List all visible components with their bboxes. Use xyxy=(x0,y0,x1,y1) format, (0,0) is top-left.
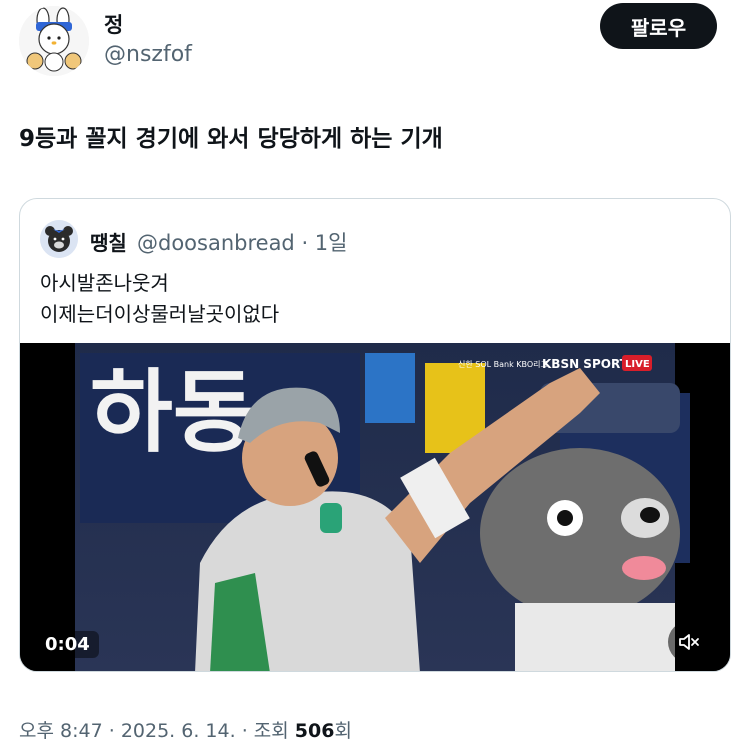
display-name[interactable]: 정 xyxy=(104,9,123,39)
mute-button[interactable] xyxy=(668,621,710,663)
user-avatar[interactable] xyxy=(19,6,89,76)
bunny-character-avatar-icon xyxy=(19,6,89,76)
quote-text-line-2: 이제는더이상물러날곳이없다 xyxy=(40,302,280,326)
quote-display-name[interactable]: 땡칠 xyxy=(90,227,127,256)
views-suffix: 회 xyxy=(334,720,352,742)
video-duration: 0:04 xyxy=(36,631,99,658)
tweet-text: 9등과 꼴지 경기에 와서 당당하게 하는 기개 xyxy=(19,126,443,152)
tweet-meta: 오후 8:47 · 2025. 6. 14. · 조회 506회 xyxy=(19,716,352,743)
bear-mascot-avatar-icon xyxy=(40,220,78,258)
tweet-date[interactable]: 2025. 6. 14. xyxy=(121,720,236,742)
svg-text:하동: 하동 xyxy=(90,360,256,465)
quoted-tweet-card[interactable]: 땡칠 @doosanbread · 1일 아시발존나웃겨 이제는더이상물러날곳이… xyxy=(19,198,731,672)
tweet-time[interactable]: 오후 8:47 xyxy=(19,720,103,742)
quote-handle-time[interactable]: @doosanbread · 1일 xyxy=(137,227,347,257)
follow-button[interactable]: 팔로우 xyxy=(600,3,717,49)
broadcast-sub-label: 신한 SOL Bank KBO리그 xyxy=(458,360,548,369)
video-frame: 하동 신한 SOL Bank KBO리그 KBSN SPORTS LIVE xyxy=(20,343,730,671)
live-badge-label: LIVE xyxy=(625,359,650,370)
quote-avatar[interactable] xyxy=(40,220,78,258)
video-player[interactable]: 하동 신한 SOL Bank KBO리그 KBSN SPORTS LIVE 0:… xyxy=(20,343,730,671)
meta-separator: · xyxy=(241,720,254,742)
user-handle[interactable]: @nszfof xyxy=(104,42,192,67)
quote-text-line-1: 아시발존나웃겨 xyxy=(40,271,169,295)
views-count: 506 xyxy=(294,720,335,742)
meta-separator: · xyxy=(108,720,121,742)
views-label: 조회 xyxy=(253,720,289,742)
speaker-muted-icon xyxy=(679,634,699,650)
